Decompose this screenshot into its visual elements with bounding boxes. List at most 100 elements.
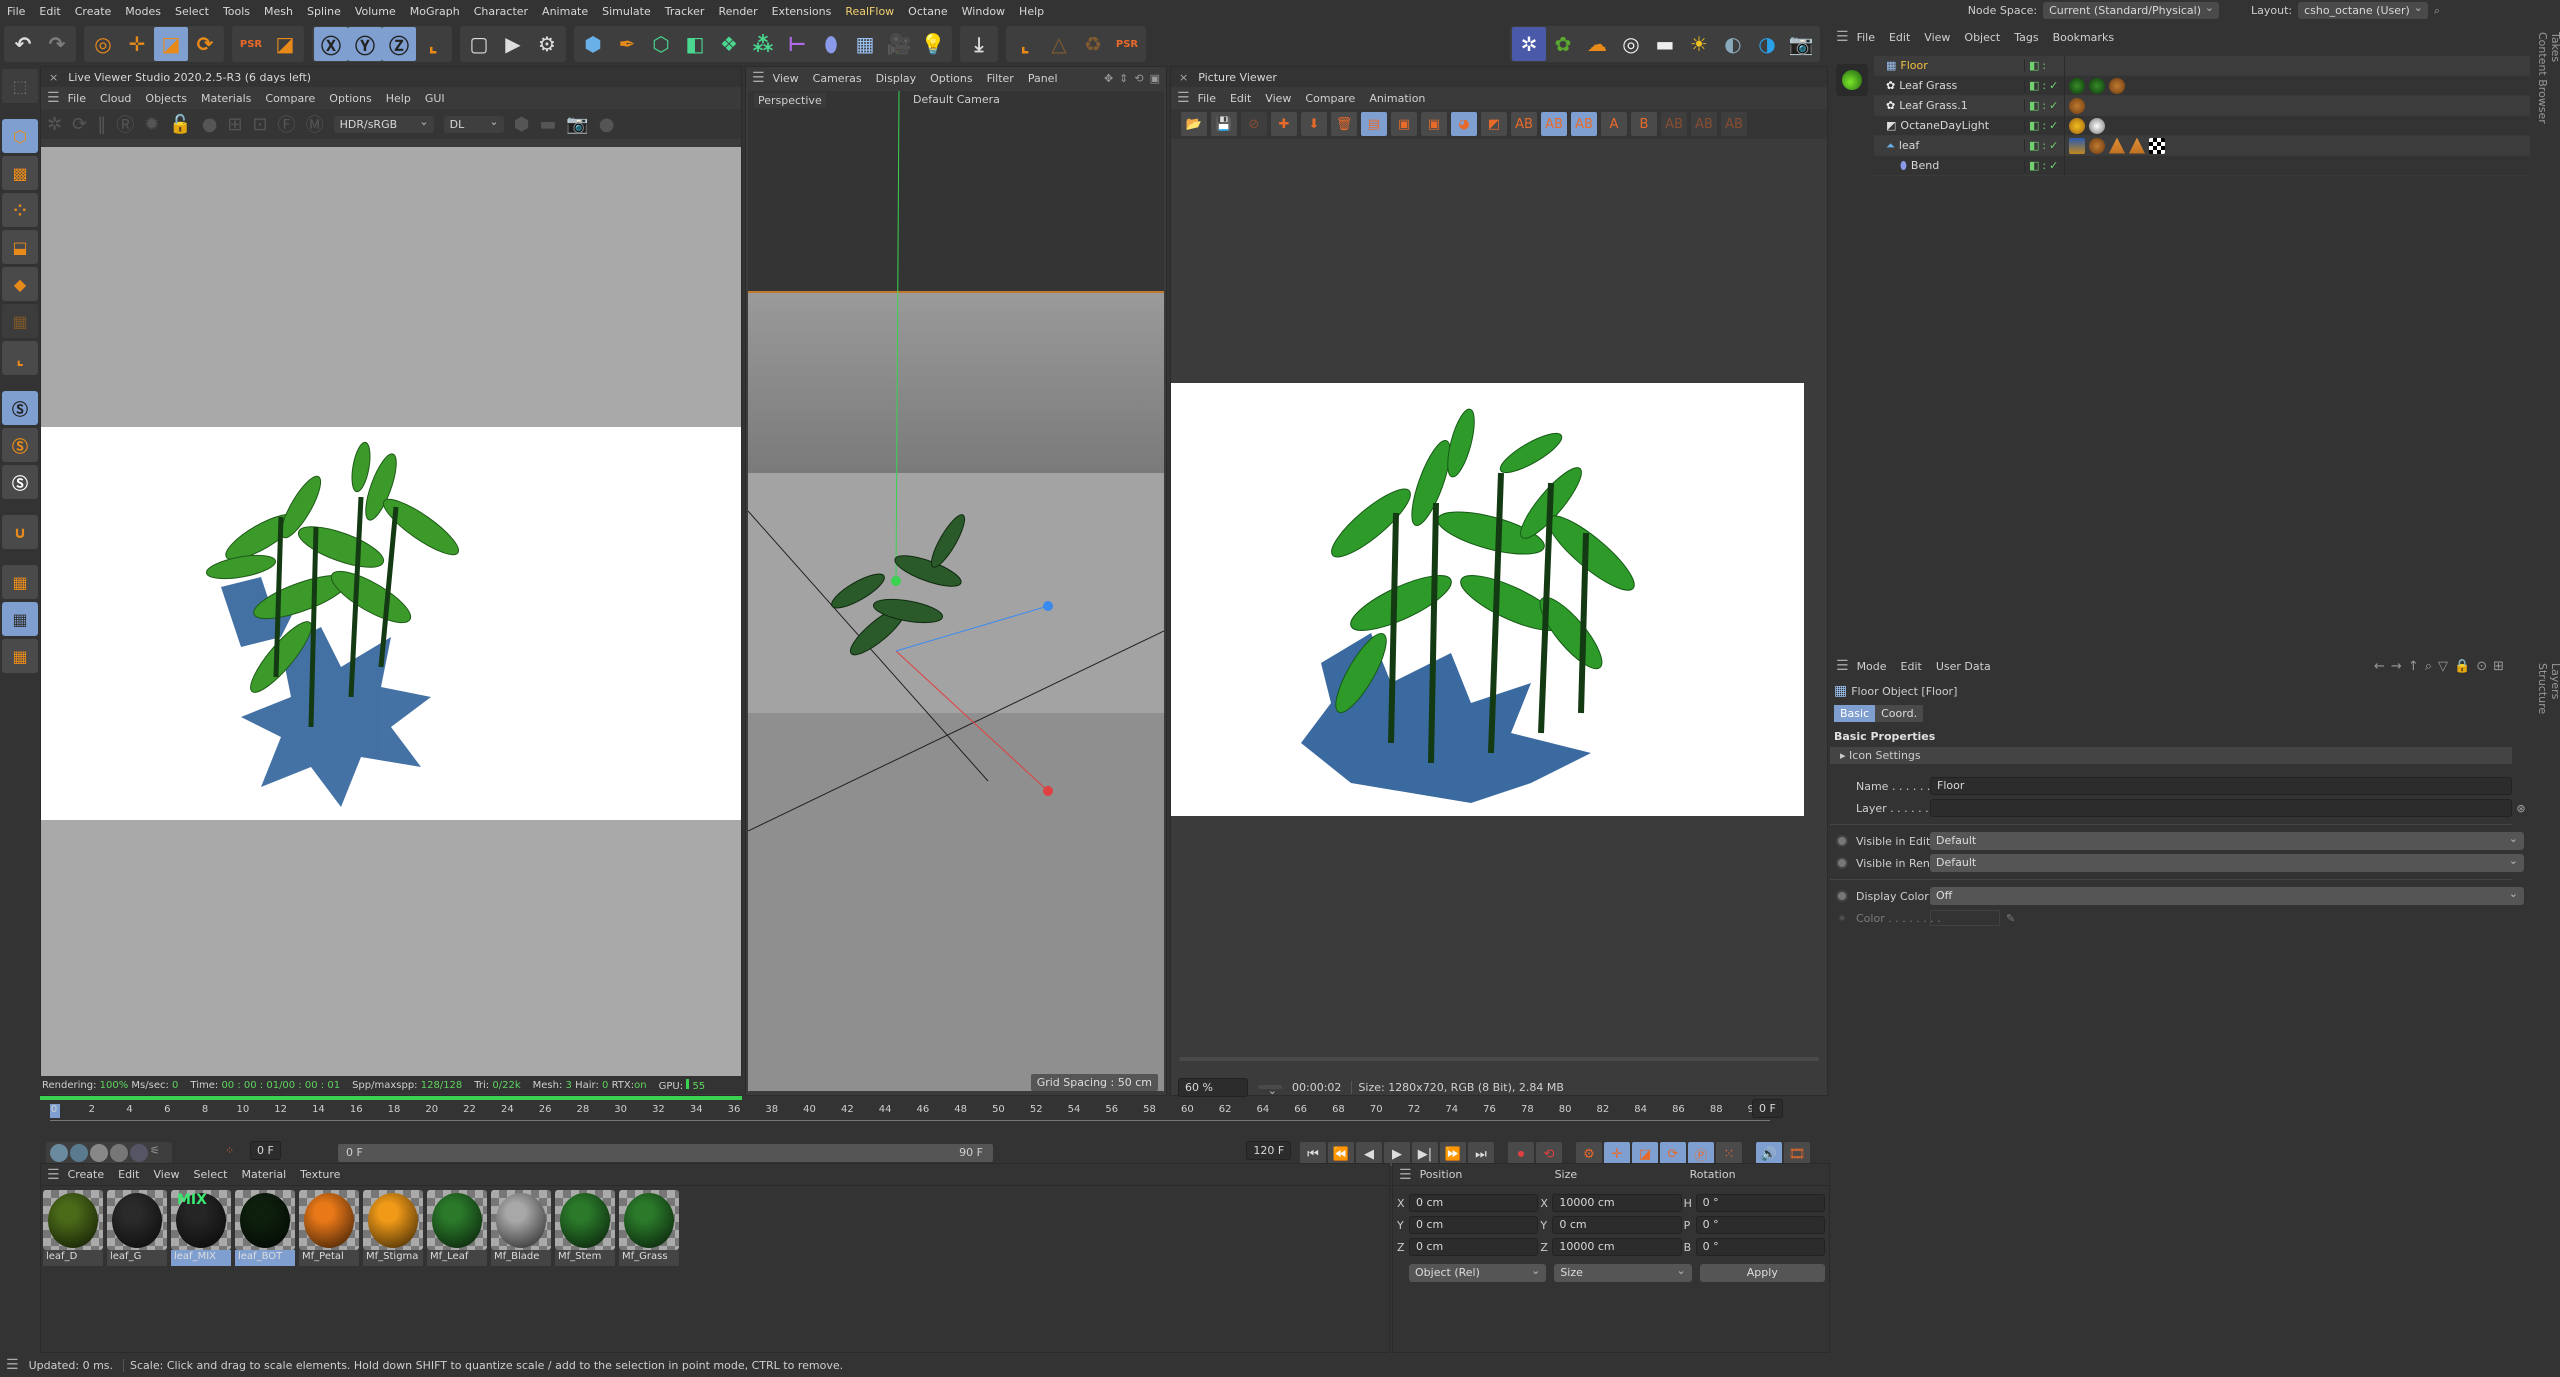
light-icon[interactable]: 💡 — [916, 27, 950, 61]
rotate-view-icon[interactable]: ⟲ — [1134, 72, 1143, 85]
scale-icon[interactable]: ◪ — [154, 27, 188, 61]
layer-icon[interactable]: ◧ — [2029, 139, 2039, 152]
apply-button[interactable]: Apply — [1699, 1264, 1825, 1282]
lock-icon[interactable]: 🔒 — [2454, 659, 2476, 674]
live-viewer-menu-compare[interactable]: Compare — [265, 92, 315, 105]
size-field[interactable]: 10000 cm — [1552, 1238, 1682, 1256]
position-field[interactable]: 0 cm — [1409, 1238, 1539, 1256]
enabled-check-icon[interactable]: ✓ — [2049, 159, 2058, 172]
kernel-select[interactable]: DL — [443, 115, 504, 133]
ab-split-icon[interactable]: AB — [1541, 112, 1567, 136]
material-swatch[interactable] — [107, 1190, 167, 1250]
daylight-tag-icon[interactable] — [2089, 117, 2105, 134]
move-icon[interactable]: ✛ — [120, 27, 154, 61]
viewport-menu-view[interactable]: View — [773, 72, 799, 85]
octane-object-tag-icon[interactable] — [2069, 97, 2085, 114]
menu-octane[interactable]: Octane — [901, 5, 955, 18]
texture-mode-icon[interactable]: ▩ — [2, 156, 38, 190]
object-name[interactable]: Floor — [1900, 59, 1927, 72]
layers-icon[interactable]: ▤ — [1361, 112, 1387, 136]
show-render-icon[interactable]: ▣ — [1391, 112, 1417, 136]
size-mode-select[interactable]: Size — [1554, 1264, 1692, 1282]
channel-icon[interactable]: ◕ — [1451, 112, 1477, 136]
octane-daylight-icon[interactable]: ☀ — [1682, 27, 1716, 61]
material-item[interactable]: MIX leaf_MIX — [171, 1190, 231, 1266]
menu-icon[interactable]: ☰ — [6, 1357, 19, 1373]
material-item[interactable]: Mf_Stigma — [363, 1190, 423, 1266]
octane-live-icon[interactable] — [1836, 64, 1868, 96]
object-name[interactable]: Bend — [1911, 159, 1939, 172]
live-viewer-menu-objects[interactable]: Objects — [145, 92, 187, 105]
layer-icon[interactable]: ◧ — [2029, 79, 2039, 92]
delete-icon[interactable]: 🗑 — [1331, 112, 1357, 136]
enabled-check-icon[interactable]: ✓ — [2049, 99, 2058, 112]
workplane-lock-icon[interactable]: ▦ — [2, 602, 38, 636]
subdivision-icon[interactable]: ⬡ — [644, 27, 678, 61]
pause-icon[interactable]: ‖ — [97, 114, 106, 135]
visibility-dots-icon[interactable]: : — [2042, 139, 2046, 152]
eyedropper-icon[interactable]: ✎ — [2006, 912, 2015, 925]
menu-select[interactable]: Select — [168, 5, 216, 18]
show-safe-frame-icon[interactable]: ▣ — [1421, 112, 1447, 136]
end-frame-field[interactable]: 120 F — [1246, 1141, 1292, 1160]
edges-mode-icon[interactable]: ⬓ — [2, 230, 38, 264]
visible-editor-select[interactable]: Default — [1930, 832, 2524, 850]
pen-icon[interactable]: ✒ — [610, 27, 644, 61]
materials-menu-select[interactable]: Select — [194, 1168, 228, 1181]
menu-icon[interactable]: ☰ — [1399, 1167, 1412, 1183]
settings-icon[interactable]: ✹ — [144, 114, 159, 135]
redo-icon[interactable]: ↷ — [40, 27, 74, 61]
material-swatch[interactable] — [427, 1190, 487, 1250]
objects-menu-bookmarks[interactable]: Bookmarks — [2053, 31, 2114, 44]
rotation-field[interactable]: 0 ° — [1695, 1194, 1825, 1212]
octane-quad-light-icon[interactable]: ▬ — [1648, 27, 1682, 61]
object-name[interactable]: leaf — [1899, 139, 1919, 152]
cube-icon[interactable]: ⬢ — [576, 27, 610, 61]
menu-simulate[interactable]: Simulate — [595, 5, 658, 18]
back-icon[interactable]: ← — [2374, 659, 2391, 674]
close-icon[interactable]: × — [49, 71, 58, 84]
ab-horizontal-icon[interactable]: AB — [1691, 112, 1717, 136]
view-name[interactable]: Perspective — [754, 93, 826, 108]
keyframe-radio[interactable] — [1836, 890, 1848, 902]
menu-icon[interactable]: ☰ — [47, 1167, 60, 1183]
display-color-select[interactable]: Off — [1930, 887, 2524, 905]
material-pick-icon[interactable]: Ⓜ — [306, 111, 324, 137]
layer-pick-icon[interactable]: ⊛ — [2512, 802, 2530, 815]
x-axis-handle[interactable] — [1043, 786, 1053, 796]
live-viewer-menu-options[interactable]: Options — [329, 92, 371, 105]
sphere-preview-icon[interactable] — [70, 1144, 88, 1162]
swap-ab-icon[interactable]: AB — [1661, 112, 1687, 136]
snap-icon[interactable]: Ⓢ — [2, 391, 38, 425]
object-row[interactable]: ✿ Leaf Grass.1 ◧: ✓ — [1874, 95, 2530, 116]
search-icon[interactable]: ⌕ — [2425, 659, 2438, 674]
deformer-icon[interactable]: ⬮ — [814, 27, 848, 61]
menu-animate[interactable]: Animate — [535, 5, 595, 18]
object-row[interactable]: ⬮ Bend ◧: ✓ — [1874, 155, 2530, 176]
phong-tag-icon[interactable] — [2109, 137, 2125, 154]
picture-viewer-menu-view[interactable]: View — [1265, 92, 1291, 105]
layer-icon[interactable]: ◧ — [2029, 59, 2039, 72]
target-icon[interactable]: ⊙ — [2476, 659, 2493, 674]
forward-icon[interactable]: → — [2391, 659, 2408, 674]
checker-tag-icon[interactable] — [2149, 137, 2165, 154]
layer-icon[interactable]: ◧ — [2029, 119, 2039, 132]
points-mode-icon[interactable]: ⁘ — [2, 193, 38, 227]
render-picture-viewer-icon[interactable]: ▶ — [496, 27, 530, 61]
move-view-icon[interactable]: ✥ — [1104, 72, 1113, 85]
enabled-check-icon[interactable]: ✓ — [2049, 79, 2058, 92]
octane-live-viewer-icon[interactable]: ✲ — [1512, 27, 1546, 61]
zoom-dropdown[interactable] — [1258, 1084, 1282, 1097]
timeline-ruler[interactable]: 0 2 4 6 8 10 12 14 16 18 20 22 24 26 28 30 32 34 36 38 40 42 4… — [40, 1099, 1830, 1130]
material-swatch[interactable] — [555, 1190, 615, 1250]
menu-tools[interactable]: Tools — [216, 5, 257, 18]
uv-mode-icon[interactable]: ▦ — [2, 304, 38, 338]
layer-icon[interactable]: ◧ — [2029, 159, 2039, 172]
colorspace-select[interactable]: HDR/sRGB — [333, 115, 434, 133]
viewport-menu-cameras[interactable]: Cameras — [813, 72, 862, 85]
viewport-menu-filter[interactable]: Filter — [987, 72, 1014, 85]
phong-tag-icon[interactable] — [2129, 137, 2145, 154]
object-row[interactable]: ◩ OctaneDayLight ◧: ✓ — [1874, 115, 2530, 136]
checker-preview-icon[interactable] — [90, 1144, 108, 1162]
zoom-view-icon[interactable]: ⇕ — [1119, 72, 1128, 85]
